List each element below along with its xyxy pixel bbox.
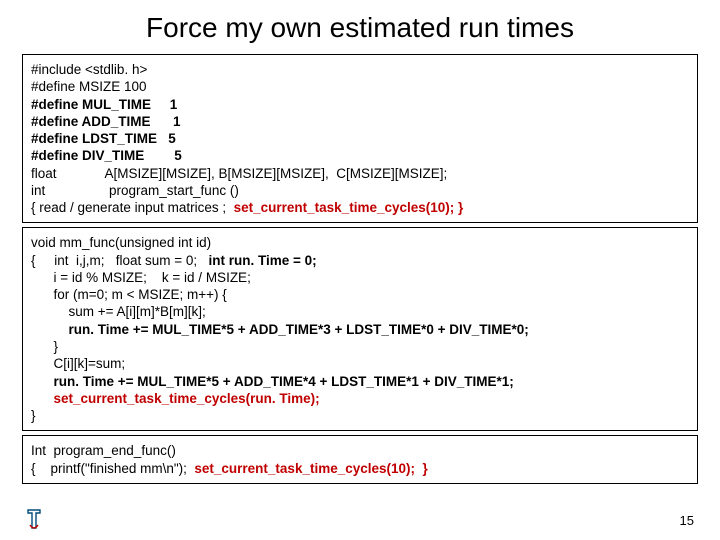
tu-delft-logo-icon (26, 508, 42, 530)
code-line: #define MUL_TIME 1 (31, 96, 689, 113)
code-line: int program_start_func () (31, 182, 689, 199)
code-text: { int i,j,m; float sum = 0; (31, 253, 208, 268)
code-line: sum += A[i][m]*B[m][k]; (31, 303, 689, 320)
page-number: 15 (680, 513, 694, 528)
code-line: { read / generate input matrices ; set_c… (31, 199, 689, 216)
code-box-2: void mm_func(unsigned int id) { int i,j,… (22, 227, 698, 431)
highlight-text: set_current_task_time_cycles(10); } (191, 461, 428, 476)
code-text: { read / generate input matrices ; (31, 200, 234, 215)
code-line: run. Time += MUL_TIME*5 + ADD_TIME*3 + L… (31, 321, 689, 338)
code-line: run. Time += MUL_TIME*5 + ADD_TIME*4 + L… (31, 373, 689, 390)
code-line: } (31, 338, 689, 355)
code-line: #define MSIZE 100 (31, 78, 689, 95)
code-line: float A[MSIZE][MSIZE], B[MSIZE][MSIZE], … (31, 165, 689, 182)
code-line: Int program_end_func() (31, 442, 689, 459)
code-line: C[i][k]=sum; (31, 355, 689, 372)
code-line: } (31, 407, 689, 424)
code-line: #define LDST_TIME 5 (31, 130, 689, 147)
code-line: { printf("finished mm\n"); set_current_t… (31, 460, 689, 477)
slide-title: Force my own estimated run times (0, 0, 720, 50)
code-box-3: Int program_end_func() { printf("finishe… (22, 435, 698, 484)
highlight-text: set_current_task_time_cycles(10); } (234, 200, 464, 215)
code-line: #define ADD_TIME 1 (31, 113, 689, 130)
code-line: #include <stdlib. h> (31, 61, 689, 78)
code-text: { printf("finished mm\n"); (31, 461, 191, 476)
code-line: { int i,j,m; float sum = 0; int run. Tim… (31, 252, 689, 269)
code-line: void mm_func(unsigned int id) (31, 234, 689, 251)
highlight-text: set_current_task_time_cycles(run. Time); (31, 390, 689, 407)
code-line: i = id % MSIZE; k = id / MSIZE; (31, 269, 689, 286)
code-text-bold: int run. Time = 0; (208, 253, 316, 268)
code-line: for (m=0; m < MSIZE; m++) { (31, 286, 689, 303)
code-box-1: #include <stdlib. h> #define MSIZE 100 #… (22, 54, 698, 223)
code-line: #define DIV_TIME 5 (31, 147, 689, 164)
